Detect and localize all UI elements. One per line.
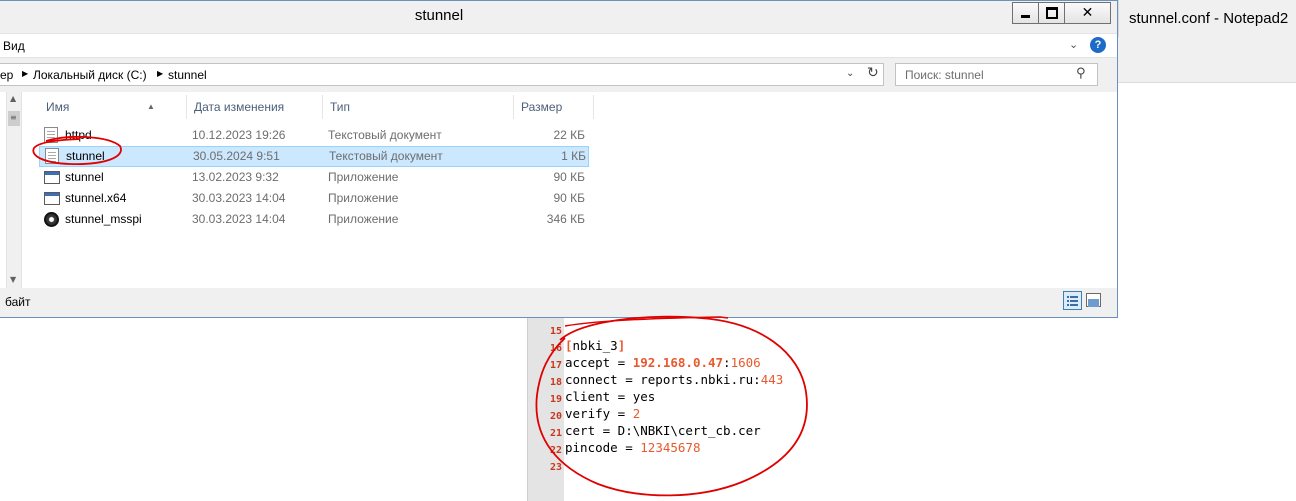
file-type: Приложение (328, 170, 399, 184)
breadcrumb-computer[interactable]: ер (0, 68, 13, 82)
breadcrumb-local-disk[interactable]: Локальный диск (C:) (33, 68, 147, 82)
notepad-editor[interactable]: 15 16 17 18 19 20 21 22 23 [nbki_3] acce… (527, 318, 828, 501)
expand-ribbon-chevron-icon[interactable]: ⌄ (1069, 38, 1078, 51)
code-line-accept: accept = 192.168.0.47:1606 (565, 355, 761, 370)
column-header-type-label: Тип (330, 100, 351, 114)
column-header-size-label: Размер (521, 100, 563, 114)
code-line-pincode: pincode = 12345678 (565, 440, 701, 455)
file-type: Текстовый документ (329, 149, 443, 163)
details-view-icon[interactable] (1063, 291, 1082, 310)
address-bar[interactable]: ер ▶ Локальный диск (C:) ▶ stunnel ⌄ ↻ (0, 63, 884, 86)
file-size: 90 КБ (553, 191, 585, 205)
breadcrumb-stunnel[interactable]: stunnel (168, 68, 207, 82)
navigation-scrollbar[interactable]: ▲ ≡ ▼ (6, 92, 22, 288)
code-line-verify: verify = 2 (565, 406, 641, 421)
minimize-button[interactable] (1012, 2, 1039, 24)
file-row[interactable]: stunnel 13.02.2023 9:32 Приложение 90 КБ (39, 167, 589, 188)
column-header-date[interactable]: Дата изменения (187, 95, 323, 119)
line-number-gutter: 15 16 17 18 19 20 21 22 23 (528, 318, 564, 501)
file-row[interactable]: stunnel.x64 30.03.2023 14:04 Приложение … (39, 188, 589, 209)
file-date: 30.05.2024 9:51 (193, 149, 280, 163)
file-date: 30.03.2023 14:04 (192, 212, 286, 226)
file-type: Приложение (328, 191, 399, 205)
breadcrumb-separator-icon[interactable]: ▶ (22, 69, 28, 78)
file-size: 346 КБ (546, 212, 585, 226)
code-line-connect: connect = reports.nbki.ru:443 (565, 372, 784, 387)
search-input[interactable]: Поиск: stunnel ⚲ (895, 63, 1098, 86)
application-icon (44, 192, 60, 205)
close-icon: ✕ (1081, 5, 1094, 21)
file-date: 30.03.2023 14:04 (192, 191, 286, 205)
column-header-type[interactable]: Тип (323, 95, 514, 119)
status-text: байт (5, 295, 31, 309)
breadcrumb-separator-icon[interactable]: ▶ (157, 69, 163, 78)
large-icons-view-icon[interactable] (1086, 293, 1101, 307)
code-line-section: [nbki_3] (565, 338, 626, 353)
close-button[interactable]: ✕ (1064, 2, 1111, 24)
scroll-grip-icon: ≡ (10, 113, 17, 122)
refresh-icon[interactable]: ↻ (867, 65, 879, 81)
text-file-icon (45, 148, 59, 164)
scroll-up-icon[interactable]: ▲ (10, 94, 16, 103)
status-bar: байт (0, 291, 1117, 317)
search-placeholder: Поиск: stunnel (905, 68, 984, 82)
line-number: 20 (549, 411, 562, 422)
file-date: 13.02.2023 9:32 (192, 170, 279, 184)
column-header-date-label: Дата изменения (194, 100, 285, 114)
line-number: 19 (549, 394, 562, 405)
application-icon (44, 171, 60, 184)
notepad-toolbar-area (1118, 37, 1296, 83)
search-icon[interactable]: ⚲ (1076, 66, 1086, 81)
file-row[interactable]: httpd 10.12.2023 19:26 Текстовый докумен… (39, 125, 589, 146)
code-line-cert: cert = D:\NBKI\cert_cb.cer (565, 423, 761, 438)
window-title: stunnel (414, 7, 464, 24)
line-number: 21 (549, 428, 562, 439)
line-number: 23 (549, 462, 562, 473)
file-name: stunnel (66, 149, 105, 163)
notepad-window-title[interactable]: stunnel.conf - Notepad2 (1118, 0, 1296, 37)
maximize-button[interactable] (1038, 2, 1065, 24)
line-number: 17 (549, 360, 562, 371)
file-date: 10.12.2023 19:26 (192, 128, 286, 142)
line-number: 16 (549, 343, 562, 354)
line-number: 18 (549, 377, 562, 388)
ribbon-bar: Вид ⌄ ? (0, 33, 1117, 58)
scroll-down-icon[interactable]: ▼ (10, 275, 16, 284)
help-icon[interactable]: ? (1090, 37, 1106, 53)
line-number: 15 (549, 326, 562, 337)
code-line-client: client = yes (565, 389, 656, 404)
explorer-window: stunnel ✕ Вид ⌄ ? ер ▶ Локальный диск (C… (0, 0, 1118, 318)
file-size: 90 КБ (553, 170, 585, 184)
file-size: 1 КБ (561, 149, 586, 163)
column-header-name-label: Имя (46, 100, 70, 114)
file-name: stunnel.x64 (65, 191, 127, 205)
address-history-chevron-icon[interactable]: ⌄ (846, 68, 854, 79)
file-type: Текстовый документ (328, 128, 442, 142)
minimize-icon (1021, 14, 1030, 18)
file-row-selected[interactable]: stunnel 30.05.2024 9:51 Текстовый докуме… (39, 146, 589, 167)
file-size: 22 КБ (553, 128, 585, 142)
file-type: Приложение (328, 212, 399, 226)
file-name: httpd (65, 128, 92, 142)
column-header-size[interactable]: Размер (514, 95, 594, 119)
column-header-name[interactable]: Имя ▲ (39, 95, 187, 119)
file-row[interactable]: stunnel_msspi 30.03.2023 14:04 Приложени… (39, 209, 589, 230)
title-bar[interactable]: stunnel ✕ (0, 1, 1117, 33)
file-list-pane: ▲ ≡ ▼ Имя ▲ Дата изменения Тип Размер ht… (0, 92, 1117, 288)
file-name: stunnel (65, 170, 104, 184)
maximize-icon (1045, 7, 1058, 19)
text-file-icon (44, 127, 58, 143)
tab-view[interactable]: Вид (3, 39, 25, 53)
file-name: stunnel_msspi (65, 212, 142, 226)
line-number: 22 (549, 445, 562, 456)
disc-app-icon (44, 212, 59, 227)
sort-ascending-icon: ▲ (147, 102, 155, 111)
